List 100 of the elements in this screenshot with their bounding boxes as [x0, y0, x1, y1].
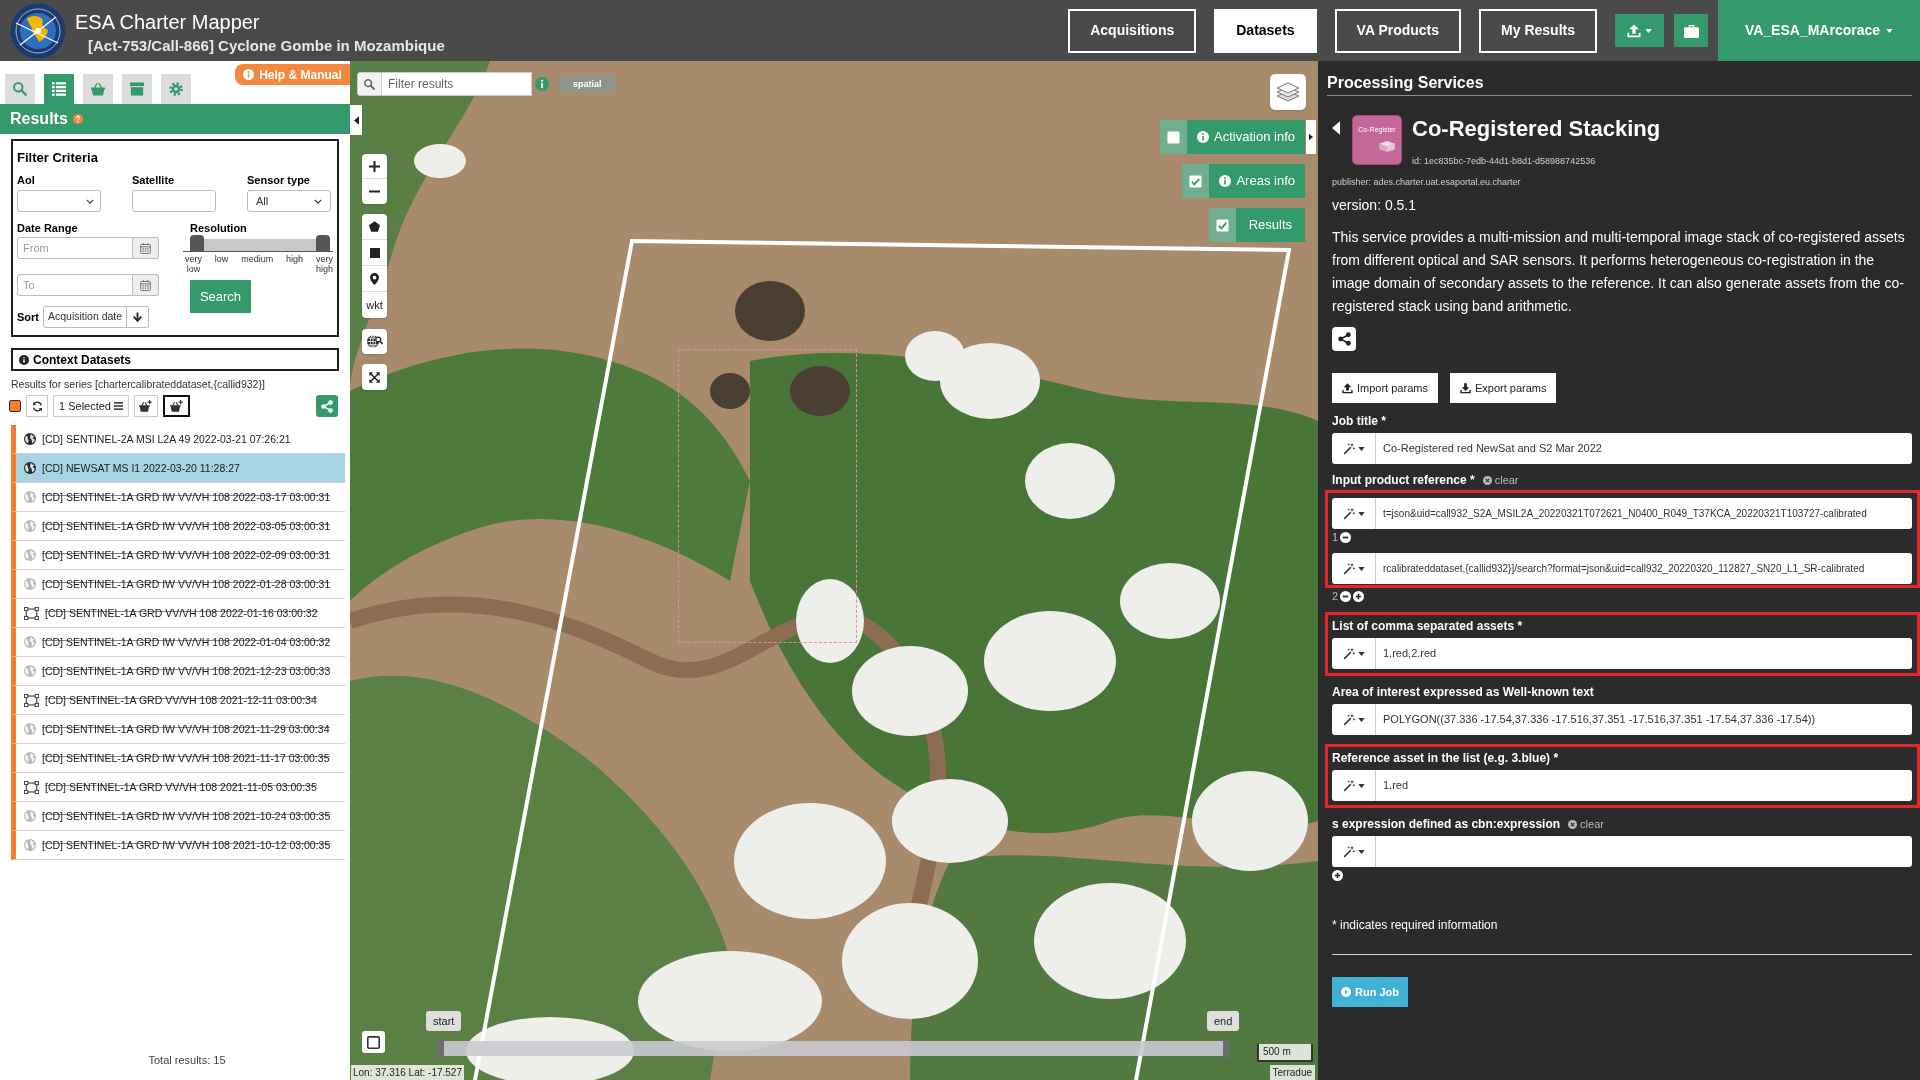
result-item[interactable]: [CD] SENTINEL-1A GRD IW VV/VH 108 2022-02-09 03:00:31 [11, 541, 345, 570]
result-item[interactable]: [CD] SENTINEL-1A GRD IW VV/VH 108 2021-10-12 03:00:35 [11, 831, 345, 860]
layer-toggle-button[interactable]: Areas info [1209, 164, 1305, 198]
slider-thumb[interactable] [316, 235, 330, 251]
fullscreen-button[interactable] [362, 364, 387, 390]
panel-tab[interactable] [83, 74, 113, 104]
result-item[interactable]: [CD] SENTINEL-1A GRD IW VV/VH 108 2022-03-17 03:00:31 [11, 483, 345, 512]
date-to-field[interactable]: To [17, 274, 133, 296]
nav-tab[interactable]: Acquisitions [1068, 8, 1197, 53]
result-item[interactable]: [CD] SENTINEL-1A GRD IW VV/VH 108 2021-11-29 03:00:34 [11, 715, 345, 744]
draw-polygon-button[interactable] [362, 214, 387, 240]
zoom-in-button[interactable] [362, 154, 387, 179]
export-params-button[interactable]: Export params [1449, 373, 1557, 403]
result-item[interactable]: [CD] SENTINEL-1A GRD IW VV/VH 108 2021-10-24 03:00:35 [11, 802, 345, 831]
share-button[interactable] [1332, 327, 1356, 351]
globe-search-button[interactable] [362, 329, 387, 354]
search-button[interactable]: Search [190, 280, 251, 313]
nav-tab[interactable]: Datasets [1214, 8, 1317, 53]
side-panel-toggle-button[interactable] [1306, 120, 1316, 154]
timeline-slider[interactable] [438, 1041, 1229, 1056]
field-label: Area of interest expressed as Well-known text [1332, 685, 1594, 699]
select-all-checkbox[interactable] [9, 400, 21, 412]
result-item[interactable]: [CD] SENTINEL-1A GRD IW VV/VH 108 2022-03-05 03:00:31 [11, 512, 345, 541]
resolution-slider[interactable] [190, 235, 330, 251]
result-item[interactable]: [CD] SENTINEL-1A GRD IW VV/VH 108 2022-01-28 03:00:31 [11, 570, 345, 599]
wand-dropdown-button[interactable] [1332, 638, 1376, 669]
layer-checkbox-button[interactable] [1160, 120, 1188, 154]
wand-dropdown-button[interactable] [1332, 770, 1376, 801]
result-item[interactable]: [CD] SENTINEL-1A GRD VV/VH 108 2021-12-11 03:00:34 [11, 686, 345, 715]
import-params-button[interactable]: Import params [1332, 373, 1438, 403]
calendar-button[interactable] [133, 237, 159, 259]
globe-icon [24, 491, 36, 503]
add-item-icon[interactable] [1332, 870, 1343, 881]
draw-point-button[interactable] [362, 266, 387, 292]
sensor-type-select[interactable]: All [247, 190, 331, 212]
add-item-icon[interactable] [1353, 591, 1365, 602]
back-caret-icon[interactable] [1332, 121, 1340, 135]
wand-dropdown-button[interactable] [1332, 433, 1376, 464]
wand-dropdown-button[interactable] [1332, 498, 1376, 529]
panel-tab[interactable] [5, 74, 35, 104]
result-item[interactable]: [CD] SENTINEL-1A GRD VV/VH 108 2021-11-05 03:00:35 [11, 773, 345, 802]
timeline-handle[interactable] [1223, 1039, 1229, 1058]
upload-menu-button[interactable] [1615, 14, 1664, 47]
sort-select[interactable]: Acquisition date [43, 306, 128, 328]
draw-rectangle-button[interactable] [362, 240, 387, 266]
result-item[interactable]: [CD] SENTINEL-1A GRD VV/VH 108 2022-01-16 03:00:32 [11, 599, 345, 628]
result-item[interactable]: [CD] SENTINEL-1A GRD IW VV/VH 108 2021-11-17 03:00:35 [11, 744, 345, 773]
remove-item-icon[interactable] [1340, 591, 1352, 602]
nav-tab[interactable]: My Results [1479, 8, 1597, 53]
panel-tab[interactable] [44, 74, 74, 104]
map-view-button[interactable] [362, 1031, 385, 1053]
user-menu-button[interactable]: VA_ESA_MArcorace [1718, 0, 1920, 61]
search-button[interactable] [357, 72, 382, 96]
layer-checkbox-button[interactable] [1208, 208, 1236, 242]
clear-link[interactable]: clear [1568, 815, 1604, 833]
result-item[interactable]: [CD] SENTINEL-1A GRD IW VV/VH 108 2021-12-23 03:00:33 [11, 657, 345, 686]
input-field[interactable] [1376, 836, 1912, 867]
input-field[interactable]: 1.red,2.red [1376, 638, 1912, 669]
date-from-field[interactable]: From [17, 237, 133, 259]
chevron-down-icon [314, 198, 322, 204]
checked-box-icon[interactable] [1189, 174, 1203, 188]
input-field[interactable]: rcalibrateddataset,{callid932}]/search?format=json&uid=call932_20220320_112827_SN20_L1_SR-calibrated [1376, 553, 1912, 584]
calendar-button[interactable] [133, 274, 159, 296]
layers-button[interactable] [1270, 74, 1306, 110]
zoom-out-button[interactable] [362, 179, 387, 204]
wand-dropdown-button[interactable] [1332, 836, 1376, 867]
wand-dropdown-button[interactable] [1332, 553, 1376, 584]
result-item[interactable]: [CD] SENTINEL-2A MSI L2A 49 2022-03-21 07:26:21 [11, 425, 345, 454]
result-item[interactable]: [CD] SENTINEL-1A GRD IW VV/VH 108 2022-01-04 03:00:32 [11, 628, 345, 657]
refresh-button[interactable] [26, 395, 48, 417]
timeline-handle[interactable] [438, 1039, 444, 1058]
menu-icon [114, 402, 123, 410]
input-field[interactable]: POLYGON((37.336 -17.54,37.336 -17.516,37.351 -17.516,37.351 -17.54,37.336 -17.54)) [1376, 704, 1912, 735]
checked-box-icon[interactable] [1215, 218, 1229, 232]
panel-tab[interactable] [122, 74, 152, 104]
add-to-basket-button[interactable] [163, 395, 190, 417]
briefcase-button[interactable] [1674, 14, 1708, 47]
collapse-panel-button[interactable] [350, 105, 362, 135]
sort-direction-button[interactable] [127, 306, 150, 328]
empty-checkbox-icon[interactable] [1167, 130, 1181, 144]
plus-icon [369, 160, 380, 172]
nav-tab[interactable]: VA Products [1334, 8, 1462, 53]
item-number: 2 [1332, 590, 1339, 603]
layer-checkbox-button[interactable] [1182, 164, 1210, 198]
filter-results-field[interactable]: Filter results [382, 72, 532, 96]
input-field[interactable]: t=json&uid=call932_S2A_MSIL2A_20220321T072621_N0400_R049_T37KCA_20220321T103727-calibrated [1376, 498, 1912, 529]
panel-tab[interactable] [161, 74, 191, 104]
remove-item-icon[interactable] [1340, 532, 1352, 543]
layer-toggle-button[interactable]: Activation info [1187, 120, 1305, 154]
clear-link[interactable]: clear [1482, 471, 1519, 489]
layer-toggle-button[interactable]: Results [1235, 208, 1305, 242]
wkt-button[interactable]: wkt [362, 292, 387, 318]
input-field[interactable]: 1.red [1376, 770, 1912, 801]
wand-dropdown-button[interactable] [1332, 704, 1376, 735]
info-icon[interactable] [535, 77, 549, 91]
input-field[interactable]: Co-Registered red NewSat and S2 Mar 2022 [1376, 433, 1912, 464]
result-item[interactable]: [CD] NEWSAT MS I1 2022-03-20 11:28:27 [11, 454, 345, 483]
satellite-field[interactable] [132, 190, 216, 212]
selection-menu-button[interactable]: 1 Selected [53, 395, 129, 417]
slider-thumb[interactable] [190, 235, 204, 251]
